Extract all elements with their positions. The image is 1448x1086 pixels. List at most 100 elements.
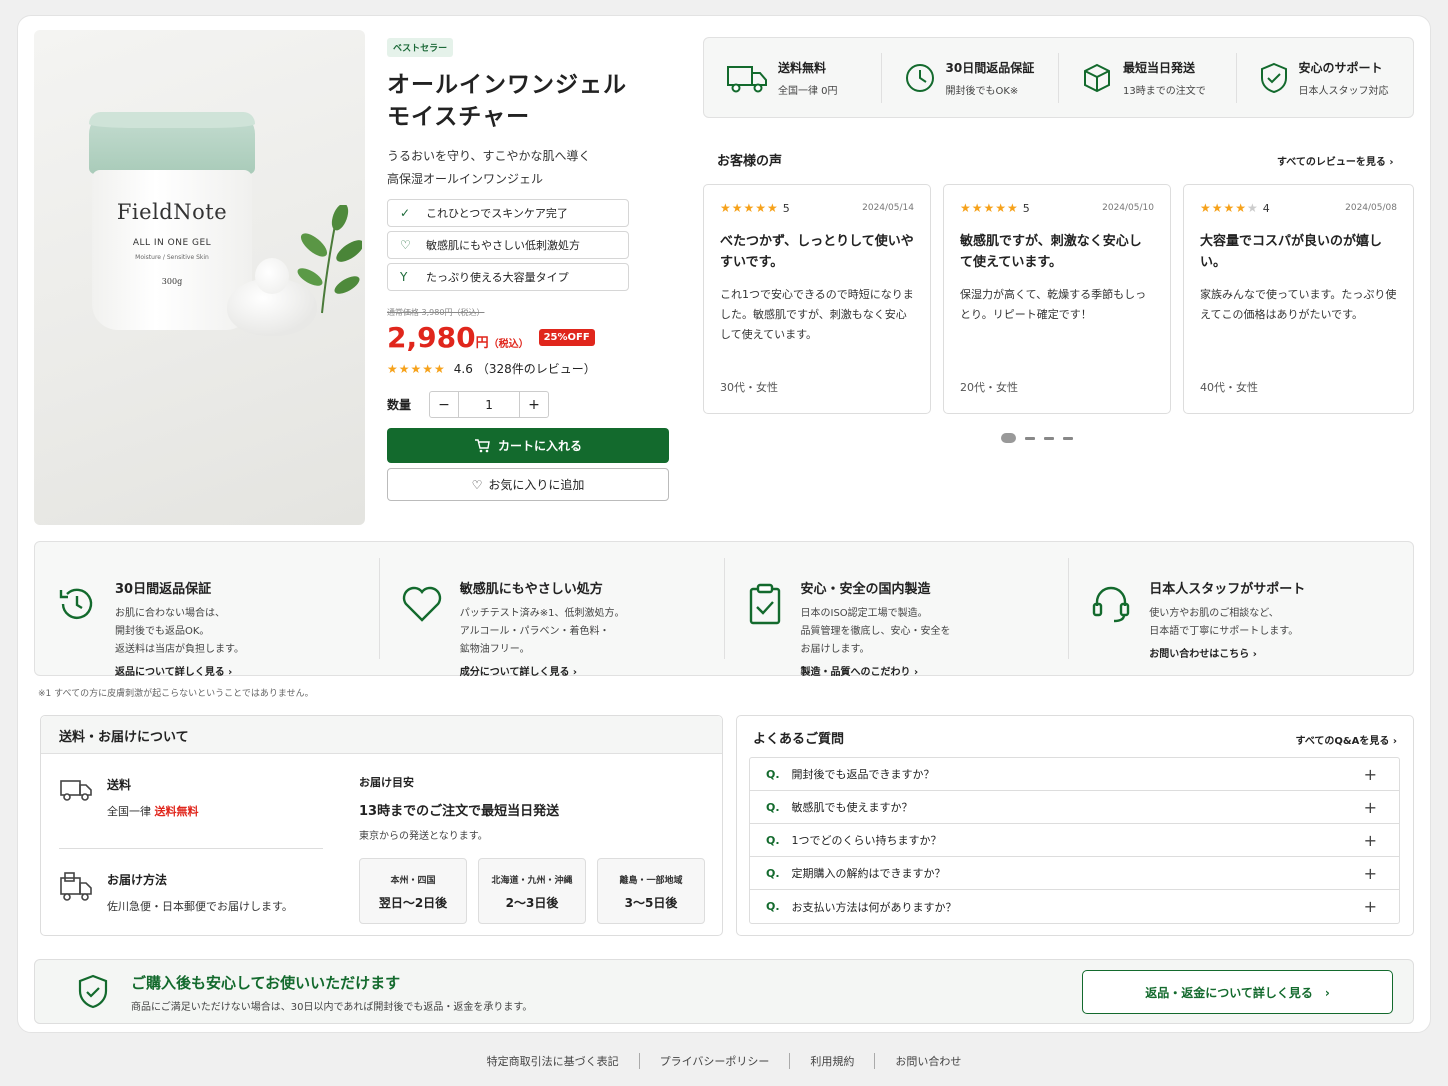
reviewer-meta: 40代・女性 — [1200, 381, 1258, 394]
ingredients-link[interactable]: 成分について詳しく見る › — [460, 663, 625, 678]
product-info: ベストセラー オールインワンジェル モイスチャー うるおいを守り、すこやかな肌へ… — [387, 38, 669, 501]
rating-count: （328件のレビュー） — [476, 362, 596, 376]
contact-link[interactable]: お問い合わせはこちら › — [1149, 645, 1305, 660]
box-icon — [1084, 63, 1110, 92]
assurance-item: 敏感肌にもやさしい処方 パッチテスト済み※1、低刺激処方。 アルコール・パラベン・… — [380, 558, 725, 678]
faq-list: Q. 開封後でも返品できますか？ + Q. 敏感肌でも使えますか？ + Q. 1つでどのく… — [749, 757, 1400, 924]
discount-badge: 25%OFF — [538, 329, 595, 346]
returns-link[interactable]: 返品について詳しく見る › — [115, 663, 244, 678]
feature-item: Y たっぷり使える大容量タイプ — [387, 263, 629, 291]
heart-icon: ♡ — [471, 477, 483, 492]
reviewer-meta: 30代・女性 — [720, 381, 778, 394]
assurance-item: 日本人スタッフがサポート 使い方やお肌のご相談など、 日本語で丁寧にサポートします… — [1069, 558, 1413, 660]
review-body: 保湿力が高くて、乾燥する季節もしっとり。リピート確定です！ — [960, 288, 1147, 321]
clock-icon — [905, 63, 934, 92]
footer-link-legal[interactable]: 特定商取引法に基づく表記 — [467, 1053, 640, 1069]
faq-heading: よくあるご質問 — [753, 732, 845, 747]
feature-item: ♡ 敏感肌にもやさしい低刺激処方 — [387, 231, 629, 259]
assurance-item: 30日間返品保証 お肌に合わない場合は、 開封後でも返品OK。 返送料は当店が負担し… — [35, 558, 380, 678]
review-card: ★★★★★ 5 2024/05/10 敏感肌ですが、刺激なく安心して使えています。 … — [943, 184, 1171, 414]
review-title: 大容量でコスパが良いのが嬉しい。 — [1200, 234, 1383, 270]
quantity-input[interactable]: 1 — [458, 392, 521, 417]
faq-item[interactable]: Q. 敏感肌でも使えますか？ + — [750, 791, 1399, 824]
delivery-estimate: お届け目安 13時までのご注文で最短当日発送 東京からの発送となります。 本州・… — [359, 774, 716, 924]
benefit-title: 安心のサポート — [1298, 60, 1383, 75]
zone-card: 北海道・九州・沖縄 2〜3日後 — [478, 858, 586, 924]
review-date: 2024/05/14 — [862, 203, 914, 213]
benefit-sub: 開封後でもOK※ — [945, 85, 1019, 97]
product-image: FieldNote ALL IN ONE GEL Moisture / Sens… — [34, 30, 365, 525]
faq-item[interactable]: Q. 1つでどのくらい持ちますか？ + — [750, 824, 1399, 857]
carousel-dot[interactable] — [1025, 436, 1035, 440]
see-all-reviews-link[interactable]: すべてのレビューを見る › — [1277, 153, 1394, 168]
plus-icon: + — [1363, 765, 1377, 784]
add-to-favorites-button[interactable]: ♡ お気に入りに追加 — [387, 468, 669, 501]
zone-list: 本州・四国 翌日〜2日後 北海道・九州・沖縄 2〜3日後 離島・一部地域 3〜5日後 — [359, 858, 716, 924]
product-title: オールインワンジェル モイスチャー — [387, 69, 669, 133]
faq-item[interactable]: Q. 開封後でも返品できますか？ + — [750, 758, 1399, 791]
eta-sub: 東京からの発送となります。 — [359, 831, 488, 842]
faq-item[interactable]: Q. お支払い方法は何がありますか？ + — [750, 890, 1399, 923]
truck-icon — [60, 780, 92, 801]
jar-brand: FieldNote — [116, 200, 228, 224]
title-line2: モイスチャー — [387, 104, 531, 130]
review-title: べたつかず、しっとりして使いやすいです。 — [720, 234, 914, 270]
add-to-cart-button[interactable]: カートに入れる — [387, 428, 669, 463]
review-title: 敏感肌ですが、刺激なく安心して使えています。 — [960, 234, 1142, 270]
zone-card: 離島・一部地域 3〜5日後 — [597, 858, 705, 924]
footer-link-privacy[interactable]: プライバシーポリシー — [640, 1053, 791, 1069]
product-description: うるおいを守り、すこやかな肌へ導く 高保湿オールインワンジェル — [387, 145, 669, 191]
review-body: これ1つで安心できるので時短になりました。敏感肌ですが、刺激もなく安心して使えて… — [720, 288, 914, 341]
truck-icon — [727, 65, 767, 92]
original-price: 通常価格 3,980円（税込） — [387, 308, 485, 317]
return-clock-icon — [59, 588, 93, 619]
decrement-button[interactable]: − — [430, 392, 458, 417]
see-all-faq-link[interactable]: すべてのQ&Aを見る › — [1296, 732, 1397, 747]
shipping-fee-row: 送料 全国一律 送料無料 — [59, 776, 323, 846]
assurance-item: 安心・安全の国内製造 日本のISO認定工場で製造。 品質管理を徹底し、安心・安全を… — [725, 558, 1070, 678]
benefit-title: 送料無料 — [778, 60, 827, 75]
plus-icon: + — [1363, 798, 1377, 817]
shield-check-icon — [1260, 62, 1287, 93]
benefit-title: 最短当日発送 — [1123, 60, 1196, 75]
returns-details-button[interactable]: 返品・返金について詳しく見る › — [1082, 970, 1393, 1014]
leaf-decoration — [297, 205, 362, 314]
manufacturing-link[interactable]: 製造・品質へのこだわり › — [801, 663, 951, 678]
footer-link-contact[interactable]: お問い合わせ — [875, 1053, 981, 1069]
eta-title: 13時までのご注文で最短当日発送 — [359, 804, 560, 819]
assurance-title: 安心・安全の国内製造 — [800, 582, 931, 597]
carousel-dot[interactable] — [1063, 436, 1073, 440]
feature-list: ✓ これひとつでスキンケア完了 ♡ 敏感肌にもやさしい低刺激処方 Y たっぷり使える大… — [387, 199, 669, 291]
increment-button[interactable]: + — [520, 392, 548, 417]
shield-check-icon — [78, 974, 108, 1009]
plus-icon: + — [1363, 897, 1377, 916]
benefit-item: 送料無料 全国一律 0円 — [704, 52, 882, 103]
assurance-body: 日本のISO認定工場で製造。 品質管理を徹底し、安心・安全を お届けします。 — [800, 608, 951, 655]
headset-icon — [1093, 586, 1130, 623]
benefits-bar: 送料無料 全国一律 0円 30日間返品保証 開封後でもOK※ 最短当日発送 13時まで… — [703, 37, 1414, 118]
review-stars: ★★★★★ — [1200, 201, 1259, 215]
shipping-panel: 送料・お届けについて 送料 全国一律 送料無料 お届け方法 佐川急便・日本郵便でお届… — [40, 715, 723, 936]
faq-item[interactable]: Q. 定期購入の解約はできますか？ + — [750, 857, 1399, 890]
jar-line1: ALL IN ONE GEL — [132, 238, 212, 248]
jar-line2: Moisture / Sensitive Skin — [135, 254, 209, 261]
assurance-body: お肌に合わない場合は、 開封後でも返品OK。 返送料は当店が負担します。 — [115, 608, 244, 655]
jar-weight: 300g — [161, 277, 183, 286]
rating-summary[interactable]: ★★★★★ 4.6 （328件のレビュー） — [387, 360, 669, 377]
benefit-sub: 13時までの注文で — [1123, 85, 1206, 97]
feature-item: ✓ これひとつでスキンケア完了 — [387, 199, 629, 227]
carousel-dot-active[interactable] — [1001, 433, 1016, 443]
review-card: ★★★★★ 5 2024/05/14 べたつかず、しっとりして使いやすいです。 これ… — [703, 184, 931, 414]
footer-links: 特定商取引法に基づく表記 プライバシーポリシー 利用規約 お問い合わせ — [0, 1053, 1448, 1069]
guarantee-sub: 商品にご満足いただけない場合は、30日以内であれば開封後でも返品・返金を承ります… — [131, 1002, 533, 1013]
rating-score: 4.6 — [453, 361, 473, 376]
guarantee-title: ご購入後も安心してお使いいただけます — [131, 974, 401, 992]
guarantee-banner: ご購入後も安心してお使いいただけます 商品にご満足いただけない場合は、30日以内… — [34, 959, 1414, 1024]
review-date: 2024/05/10 — [1102, 203, 1154, 213]
carousel-dot[interactable] — [1044, 436, 1054, 440]
benefit-item: 30日間返品保証 開封後でもOK※ — [882, 52, 1059, 103]
footer-link-terms[interactable]: 利用規約 — [790, 1053, 876, 1069]
assurance-title: 日本人スタッフがサポート — [1149, 582, 1306, 597]
desc-line1: うるおいを守り、すこやかな肌へ導く — [387, 149, 591, 163]
bestseller-badge: ベストセラー — [387, 38, 454, 57]
